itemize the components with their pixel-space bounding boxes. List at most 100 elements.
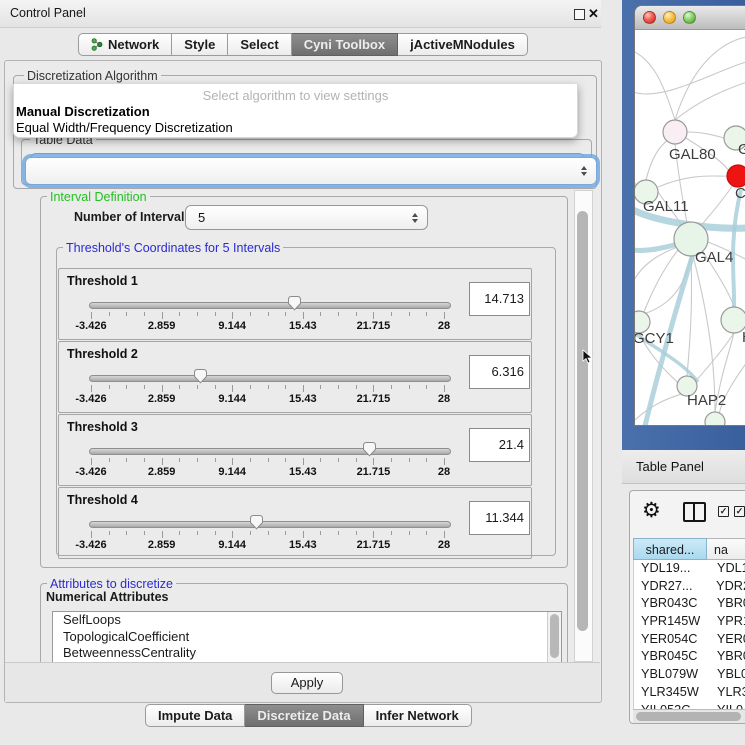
slider-tick-label: 15.43 <box>278 320 328 332</box>
network-node-label: GAL11 <box>643 198 689 215</box>
slider-thumb[interactable] <box>249 514 264 530</box>
slider-thumb[interactable] <box>287 295 302 311</box>
table-row[interactable]: YBR045CYBR0 <box>634 648 745 666</box>
table-horizontal-scrollbar[interactable] <box>633 709 745 723</box>
slider-track[interactable] <box>89 375 451 382</box>
cell-shared-name: YLR345W <box>634 684 708 702</box>
tab-select[interactable]: Select <box>228 33 291 56</box>
slider-tick-label: 21.715 <box>348 466 398 478</box>
close-traffic-light-icon[interactable] <box>643 11 656 24</box>
minimize-traffic-light-icon[interactable] <box>663 11 676 24</box>
slider-tick-label: -3.426 <box>66 320 116 332</box>
threshold-value-field[interactable]: 14.713 <box>469 282 530 316</box>
zoom-traffic-light-icon[interactable] <box>683 11 696 24</box>
slider-tick <box>232 531 233 538</box>
slider-tick <box>285 385 286 389</box>
slider-tick <box>426 385 427 389</box>
tab-style[interactable]: Style <box>172 33 228 56</box>
tab-impute-data[interactable]: Impute Data <box>145 704 245 727</box>
table-row[interactable]: YLR345WYLR3 <box>634 684 745 702</box>
tab-discretize-data[interactable]: Discretize Data <box>245 704 363 727</box>
column-header-shared-name[interactable]: shared... <box>633 538 707 560</box>
cell-name: YPR1 <box>708 613 745 631</box>
tab-network[interactable]: Network <box>78 33 172 56</box>
scrollbar-thumb[interactable] <box>577 211 588 631</box>
network-node[interactable] <box>705 412 725 426</box>
slider-tick-label: -3.426 <box>66 393 116 405</box>
tab-jactivemnodules[interactable]: jActiveMNodules <box>398 33 528 56</box>
slider-tick <box>409 385 410 389</box>
slider-tick <box>179 385 180 389</box>
numerical-attributes-list[interactable]: SelfLoopsTopologicalCoefficientBetweenne… <box>52 611 562 662</box>
slider-tick <box>109 312 110 316</box>
table-panel-title: Table Panel <box>636 450 704 483</box>
attribute-list-item[interactable]: TopologicalCoefficient <box>53 629 561 646</box>
slider-tick <box>91 531 92 538</box>
slider-thumb[interactable] <box>362 441 377 457</box>
dropdown-hint-option[interactable]: Select algorithm to view settings <box>14 84 577 104</box>
algorithm-dropdown-popup: Select algorithm to view settings Manual… <box>13 84 578 138</box>
close-icon[interactable]: ✕ <box>588 5 599 22</box>
scrollbar-thumb[interactable] <box>636 712 741 721</box>
slider-tick <box>179 531 180 535</box>
cell-name: YBR0 <box>708 595 745 613</box>
attributes-scrollbar[interactable] <box>547 612 561 662</box>
table-row[interactable]: YBR043CYBR0 <box>634 595 745 613</box>
cell-shared-name: YBL079W <box>634 666 708 684</box>
network-node[interactable] <box>663 120 687 144</box>
slider-tick <box>268 312 269 316</box>
network-node[interactable] <box>727 165 745 187</box>
tab-label: Network <box>108 34 159 55</box>
slider-tick-label: 15.43 <box>278 393 328 405</box>
threshold-value-field[interactable]: 11.344 <box>469 501 530 535</box>
table-row[interactable]: YIL052CYIL0 <box>634 702 745 710</box>
cell-name: YIL0 <box>708 702 743 710</box>
column-header-name[interactable]: na <box>707 538 745 560</box>
checkbox-icon[interactable]: ✓ <box>734 506 745 517</box>
table-panel-bar: Table Panel <box>622 450 745 484</box>
tab-label: Cyni Toolbox <box>304 34 385 55</box>
slider-tick <box>444 458 445 465</box>
tab-infer-network[interactable]: Infer Network <box>364 704 472 727</box>
cell-name: YBL0 <box>708 666 745 684</box>
slider-tick <box>144 312 145 316</box>
slider-thumb[interactable] <box>193 368 208 384</box>
table-row[interactable]: YDL19...YDL1 <box>634 560 745 578</box>
dropdown-option[interactable]: Manual Discretization <box>14 104 577 120</box>
dropdown-option[interactable]: Equal Width/Frequency Discretization <box>14 120 577 136</box>
apply-button[interactable]: Apply <box>271 672 343 694</box>
slider-tick <box>409 458 410 462</box>
slider-tick <box>320 312 321 316</box>
table-row[interactable]: YER054CYER0 <box>634 631 745 649</box>
table-header: shared... na <box>633 538 745 560</box>
slider-track[interactable] <box>89 521 451 528</box>
settings-vertical-scrollbar[interactable] <box>574 190 593 662</box>
slider-tick-label: 9.144 <box>207 466 257 478</box>
slider-tick-label: 2.859 <box>137 539 187 551</box>
threshold-value-field[interactable]: 21.4 <box>469 428 530 462</box>
table-row[interactable]: YDR27...YDR2 <box>634 578 745 596</box>
attribute-list-item[interactable]: SelfLoops <box>53 612 561 629</box>
app-root: Control Panel ✕ NetworkStyleSelectCyni T… <box>0 0 745 745</box>
slider-track[interactable] <box>89 448 451 455</box>
mouse-cursor <box>582 349 594 365</box>
threshold-value-field[interactable]: 6.316 <box>469 355 530 389</box>
float-window-icon[interactable] <box>574 9 585 20</box>
slider-track[interactable] <box>89 302 451 309</box>
attribute-list-item[interactable]: BetweennessCentrality <box>53 645 561 662</box>
tab-cyni-toolbox[interactable]: Cyni Toolbox <box>292 33 398 56</box>
algorithm-combobox[interactable] <box>25 157 597 185</box>
slider-tick <box>338 385 339 389</box>
network-node-label: GAL80 <box>669 146 716 163</box>
gear-icon[interactable]: ⚙ <box>642 498 661 522</box>
discretization-algorithm-label: Discretization Algorithm <box>24 69 161 83</box>
network-graph[interactable]: GAL80GACGAL11GAL4GCY1HHAP2 <box>635 30 745 426</box>
split-view-icon[interactable] <box>683 502 706 522</box>
number-of-intervals-spinner[interactable]: 5 <box>185 205 428 230</box>
slider-tick <box>250 312 251 316</box>
checkbox-icon[interactable]: ✓ <box>718 506 729 517</box>
slider-tick <box>91 458 92 465</box>
network-window: GAL80GACGAL11GAL4GCY1HHAP2 <box>634 5 745 426</box>
table-row[interactable]: YPR145WYPR1 <box>634 613 745 631</box>
table-row[interactable]: YBL079WYBL0 <box>634 666 745 684</box>
